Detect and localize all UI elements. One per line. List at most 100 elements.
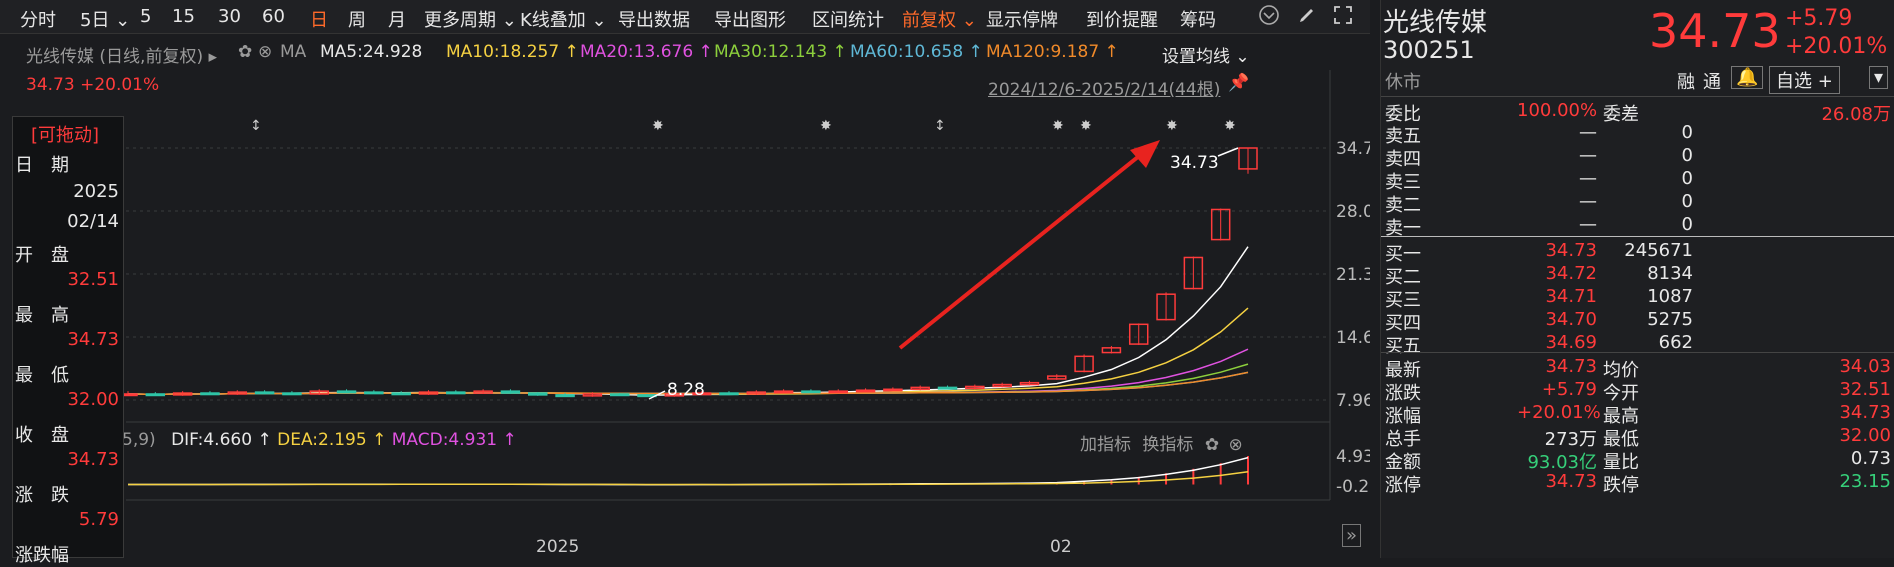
tab-5day-label: 5日 (80, 10, 110, 31)
scroll-right-button[interactable]: » (1342, 524, 1362, 547)
close-label: 收 盘 (15, 425, 69, 446)
ma30-label: MA30:12.143 (714, 42, 828, 62)
dea-line (128, 471, 1249, 486)
open-value: 32.51 (67, 269, 119, 290)
range-stats-button[interactable]: 区间统计 (812, 6, 884, 32)
sell-level-volume: 0 (1681, 168, 1693, 189)
buy-level-volume: 245671 (1624, 240, 1693, 261)
show-suspension-button[interactable]: 显示停牌 (986, 6, 1058, 32)
dea-value: DEA:2.195 (277, 430, 367, 450)
more-period-menu[interactable]: 更多周期 ⌄ (424, 6, 517, 32)
pen-icon[interactable] (1296, 4, 1318, 31)
quote-panel: 光线传媒 300251 34.73 +5.79 +20.01% 休市 融 通 🔔… (1380, 0, 1894, 558)
kline-chart[interactable]: ↕ ✸ ✸ ↕ ✸ ✸ ✸ ✸ 34.73 8.28 34.73 28.04 21.35 14.65 7… (0, 70, 1370, 558)
candle-body (937, 386, 958, 390)
weibi-value: 100.00% (1517, 100, 1598, 121)
ma120-value: MA120:9.187 ↑ (986, 42, 1119, 62)
market-status: 休市 (1385, 72, 1421, 93)
rong-label[interactable]: 融 (1677, 68, 1695, 94)
buy-level-volume: 8134 (1647, 263, 1693, 284)
change-value: 5.79 (78, 509, 119, 530)
high-price-label: 34.73 (1170, 153, 1219, 173)
price-alert-button[interactable]: 到价提醒 (1086, 6, 1158, 32)
chevron-down-icon: ⌄ (496, 10, 517, 31)
event-marker-icon: ✸ (820, 118, 832, 134)
fullscreen-icon[interactable] (1332, 4, 1354, 31)
tong-label[interactable]: 通 (1703, 68, 1721, 94)
ma20-value: MA20:13.676 ↑ (580, 42, 713, 62)
price-change: +5.79 (1785, 6, 1853, 31)
collapse-chevron-icon[interactable] (1258, 4, 1280, 31)
adjust-menu[interactable]: 前复权 ⌄ (902, 6, 977, 32)
chevron-right-icon: ▸ (203, 47, 218, 67)
drag-title: [可拖动] (31, 125, 100, 146)
candle-body (336, 390, 357, 394)
dif-value: DIF:4.660 (171, 430, 253, 450)
buy-level-price: 34.72 (1545, 263, 1597, 284)
price-tick: 34.73 (1336, 139, 1370, 159)
event-marker-icon: ↕ (250, 118, 262, 134)
tab-month[interactable]: 月 (388, 6, 406, 32)
macd-legend: 5,9) DIF:4.660 ↑ DEA:2.195 ↑ MACD:4.931 … (122, 430, 517, 450)
tab-week[interactable]: 周 (348, 6, 366, 32)
price-tick: 14.65 (1336, 328, 1370, 348)
ma60-value: MA60:10.658 ↑ (850, 42, 983, 62)
gear-icon[interactable]: ✿ (1205, 435, 1219, 455)
candle-body (528, 392, 548, 396)
date-label: 日 期 (15, 155, 69, 176)
candle-body (200, 392, 220, 396)
bell-icon[interactable]: 🔔 (1731, 66, 1764, 89)
candle-body (446, 391, 466, 395)
stat-label: 涨停 (1385, 475, 1421, 496)
xaxis-label: 2025 (536, 537, 579, 557)
tab-day[interactable]: 日 (310, 6, 328, 32)
tab-fenshi[interactable]: 分时 (20, 6, 56, 32)
sell-level-volume: 0 (1681, 122, 1693, 143)
candle-body (391, 392, 411, 396)
ma5-value: MA5:24.928 (320, 42, 423, 62)
trend-arrow-head-icon (1130, 140, 1160, 168)
weicha-value: 26.08万 (1821, 104, 1891, 125)
buy-level-price: 34.69 (1545, 332, 1597, 353)
macd-tick: -0.26 (1336, 477, 1370, 497)
tab-15min[interactable]: 15 (172, 6, 195, 27)
candle-body (500, 390, 521, 394)
candle-body (801, 390, 821, 394)
buy-level-price: 34.70 (1545, 309, 1597, 330)
kline-overlay-label: K线叠加 (520, 10, 586, 31)
export-data-button[interactable]: 导出数据 (618, 6, 690, 32)
ma-setting-button[interactable]: 设置均线 ⌄ (1162, 42, 1250, 67)
chevron-down-icon: ⌄ (109, 10, 131, 31)
tab-30min[interactable]: 30 (218, 6, 241, 27)
add-indicator-button[interactable]: 加指标 (1080, 435, 1131, 455)
candle-body (719, 392, 739, 396)
open-label: 开 盘 (15, 245, 69, 266)
chip-button[interactable]: 筹码 (1180, 6, 1216, 32)
close-icon[interactable]: ⊗ (1228, 435, 1242, 455)
tab-60min[interactable]: 60 (262, 6, 285, 27)
sell-level-price: — (1579, 122, 1597, 143)
stat-value: 34.03 (1839, 356, 1891, 377)
tab-5min[interactable]: 5 (140, 6, 151, 27)
add-watchlist-button[interactable]: 自选 + (1769, 66, 1840, 94)
last-price: 34.73 (1649, 4, 1781, 58)
candle-body (364, 391, 384, 395)
kline-overlay-menu[interactable]: K线叠加 ⌄ (520, 6, 607, 32)
low-value: 32.00 (67, 389, 119, 410)
macd-arrow-icon: ↑ (502, 430, 517, 450)
chevron-down-icon: ⌄ (585, 10, 607, 31)
candle-body (555, 394, 575, 398)
gear-icon[interactable]: ✿ (238, 42, 252, 62)
drag-info-panel[interactable]: [可拖动] 日 期 2025 02/14 开 盘 32.51 最 高 34.73… (12, 116, 124, 566)
low-price-label: 8.28 (667, 380, 705, 400)
switch-indicator-button[interactable]: 换指标 (1142, 435, 1193, 455)
ma20-label: MA20:13.676 (580, 42, 694, 62)
dropdown-icon[interactable]: ▾ (1869, 66, 1889, 89)
close-icon[interactable]: ⊗ (258, 42, 272, 62)
candle-body (282, 392, 302, 396)
tab-5day[interactable]: 5日 ⌄ (80, 6, 130, 32)
export-graph-button[interactable]: 导出图形 (714, 6, 786, 32)
macd-params: 5,9) (122, 430, 156, 450)
chart-legend: 光线传媒 (日线,前复权) ▸ ✿ ⊗ MA MA5:24.928 MA10:1… (0, 40, 1370, 70)
toolbar: 分时 5日 ⌄ 5 15 30 60 日 周 月 更多周期 ⌄ K线叠加 ⌄ 导… (0, 0, 1370, 34)
